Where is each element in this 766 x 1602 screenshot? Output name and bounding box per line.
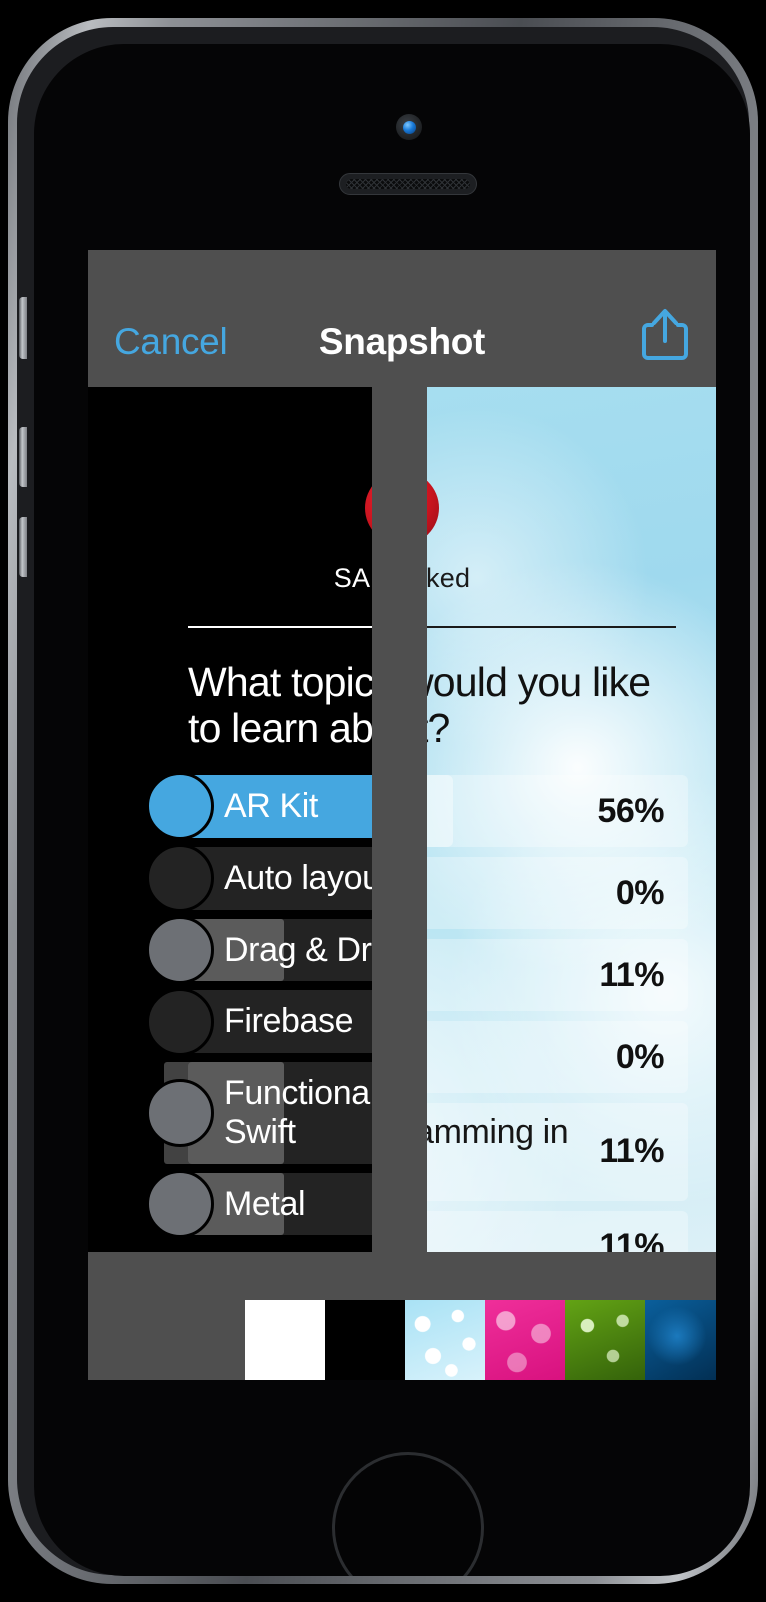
- poll-panel[interactable]: SAP Asked What topics would you like to …: [88, 387, 372, 1252]
- radio-bullet-icon: [146, 915, 214, 984]
- result-bar-fill: [427, 775, 454, 847]
- result-percent: 11%: [599, 955, 664, 994]
- result-row: Firebase 0%: [427, 1021, 688, 1093]
- poll-option-row[interactable]: Firebase: [146, 987, 372, 1056]
- brand-logo-icon: [365, 471, 372, 545]
- camera-lens: [402, 120, 416, 134]
- mute-switch-button[interactable]: [19, 297, 27, 359]
- results-page: SAP Asked What topics would you like to …: [427, 387, 716, 1252]
- earpiece-mesh: [346, 179, 470, 189]
- result-percent: 11%: [599, 1227, 664, 1252]
- background-thumbnail-light-blue-bokeh[interactable]: [405, 1300, 485, 1380]
- radio-bullet-icon: [146, 1078, 214, 1147]
- share-icon: [642, 308, 688, 360]
- panel-divider-gap: [372, 387, 427, 1252]
- volume-down-button[interactable]: [19, 427, 27, 487]
- result-row: Metal 11%: [427, 1210, 688, 1252]
- radio-bullet-icon: [146, 772, 214, 841]
- device-bezel: Cancel Snapshot SA What topic to learn a…: [34, 44, 750, 1576]
- phone-screen: Cancel Snapshot SA What topic to learn a…: [88, 250, 716, 1380]
- results-list: AR Kit 56% Auto layout 0%: [427, 775, 688, 1252]
- front-camera-icon: [396, 114, 422, 140]
- poll-option-row[interactable]: Drag & Drop: [146, 915, 372, 984]
- device-inner-frame: Cancel Snapshot SA What topic to learn a…: [17, 27, 750, 1576]
- radio-bullet-icon: [146, 987, 214, 1056]
- result-percent: 0%: [615, 1037, 665, 1076]
- poll-page: SAP Asked What topics would you like to …: [88, 387, 372, 1252]
- navigation-bar: Cancel Snapshot: [88, 250, 716, 387]
- result-percent: 56%: [597, 791, 664, 830]
- poll-header: SAP Asked: [333, 563, 372, 593]
- result-percent: 0%: [615, 873, 665, 912]
- results-header: SAP Asked: [427, 563, 471, 593]
- result-row: Auto layout 0%: [427, 857, 688, 929]
- earpiece-speaker: [339, 173, 477, 195]
- radio-bullet-icon: [146, 844, 214, 913]
- poll-option-label: Auto layout: [224, 858, 372, 897]
- poll-option-row[interactable]: Functional Programming in Swift: [146, 1062, 372, 1164]
- result-row: Drag & Drop 11%: [427, 939, 688, 1011]
- brand-logo-icon: [427, 471, 439, 545]
- cancel-button[interactable]: Cancel: [114, 321, 228, 363]
- result-percent: 11%: [599, 1132, 664, 1171]
- background-thumbnail-strip[interactable]: [88, 1300, 716, 1380]
- poll-option-label: Firebase: [224, 1002, 354, 1041]
- volume-up-button[interactable]: [19, 517, 27, 577]
- poll-divider: [188, 626, 372, 628]
- poll-option-row[interactable]: Auto layout: [146, 844, 372, 913]
- poll-question: What topics would you like to learn abou…: [188, 659, 372, 752]
- poll-option-row[interactable]: Metal: [146, 1169, 372, 1238]
- radio-bullet-icon: [146, 1169, 214, 1238]
- poll-option-row[interactable]: AR Kit: [146, 772, 372, 841]
- background-thumbnail-green-bokeh[interactable]: [565, 1300, 645, 1380]
- results-question: What topics would you like to learn abou…: [427, 659, 651, 752]
- results-divider: [427, 626, 676, 628]
- background-picker-bar: [88, 1252, 716, 1380]
- result-row: AR Kit 56%: [427, 775, 688, 847]
- share-button[interactable]: [640, 307, 690, 363]
- background-thumbnail-black[interactable]: [325, 1300, 405, 1380]
- result-label: Functional Programming in Swift: [427, 1113, 569, 1151]
- background-thumbnail-white[interactable]: [245, 1300, 325, 1380]
- iphone-device: Cancel Snapshot SA What topic to learn a…: [8, 18, 758, 1584]
- result-row: Functional Programming in Swift 11%: [427, 1103, 688, 1201]
- home-button[interactable]: [332, 1452, 484, 1576]
- snapshot-preview-area: SAP Asked What topics would you like to …: [88, 387, 716, 1252]
- background-thumbnail-pink-bokeh[interactable]: [485, 1300, 565, 1380]
- poll-options-list: AR Kit Auto layout Drag & Drop: [146, 772, 372, 1244]
- background-thumbnail-blue-bokeh[interactable]: [645, 1300, 716, 1380]
- results-panel[interactable]: SAP Asked What topics would you like to …: [427, 387, 716, 1252]
